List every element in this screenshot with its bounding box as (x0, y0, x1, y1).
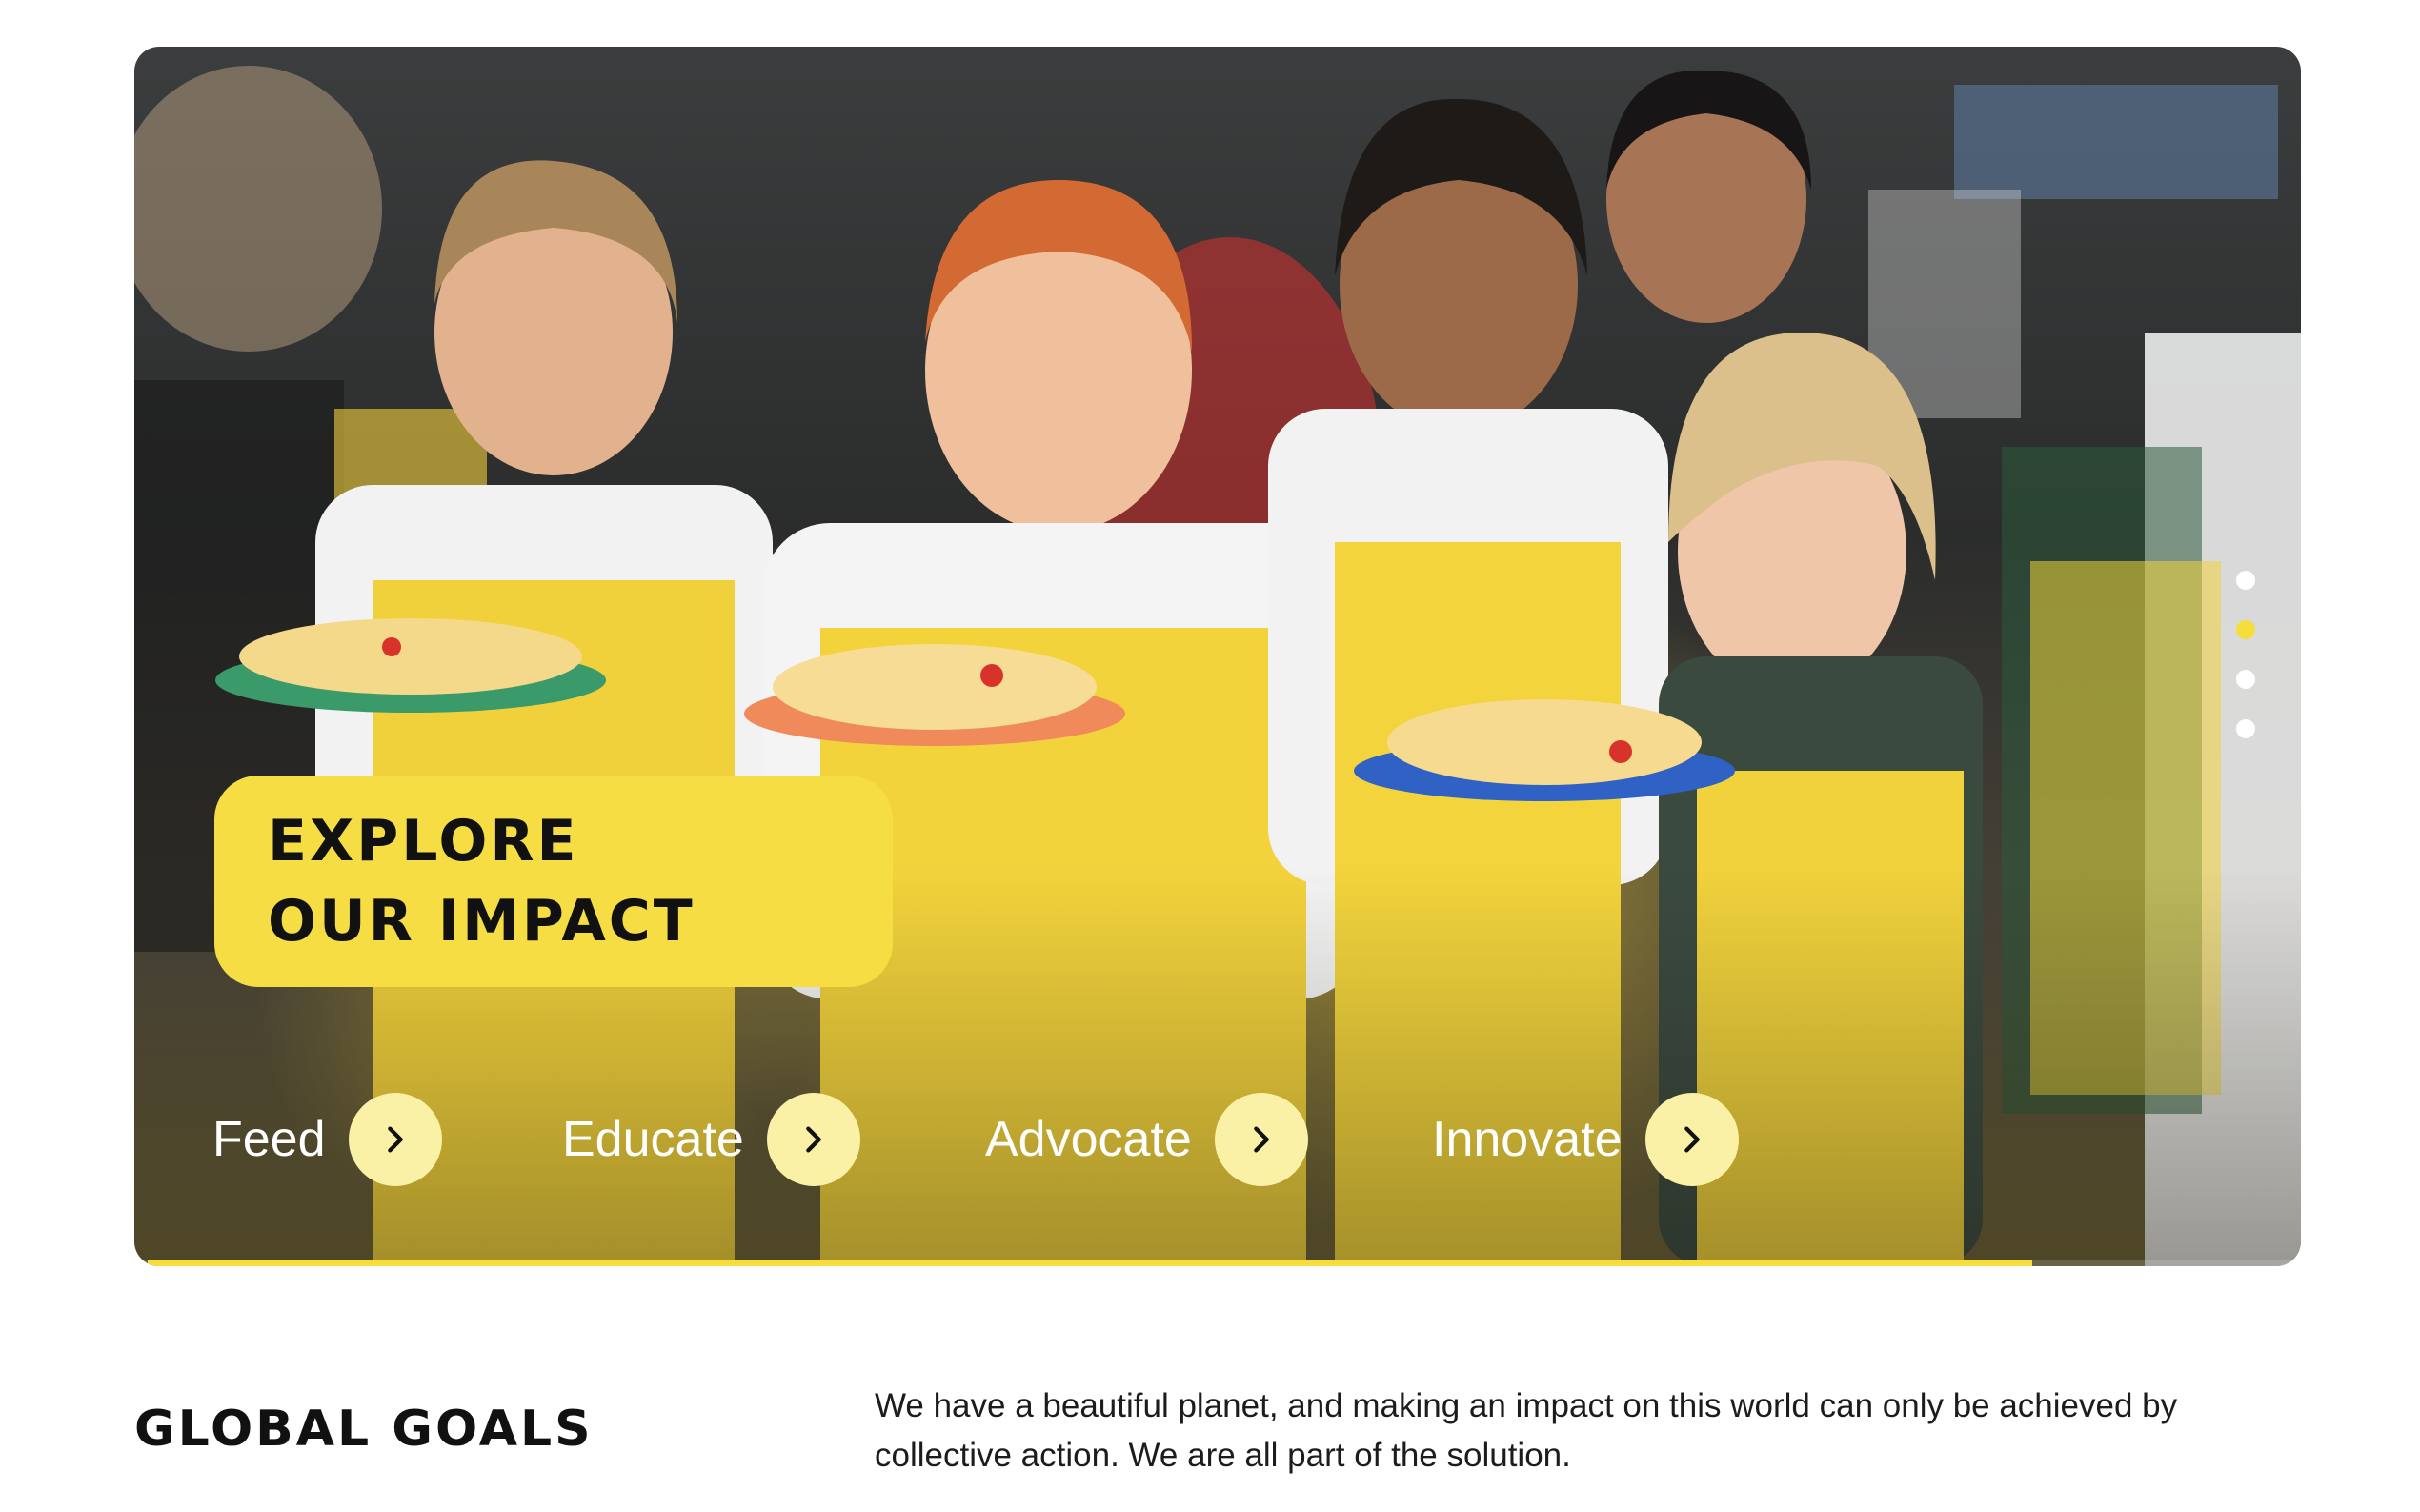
chevron-right-icon (806, 1126, 821, 1153)
slide-progress-bar (134, 1260, 2301, 1266)
carousel-dot[interactable] (2236, 620, 2255, 639)
chevron-right-icon (1254, 1126, 1269, 1153)
global-goals-text: We have a beautiful planet, and making a… (875, 1387, 2178, 1474)
global-goals-heading: GLOBAL GOALS (134, 1401, 594, 1458)
card-title-line1: EXPLORE (268, 808, 579, 875)
nav-feed-label: Feed (212, 1112, 326, 1167)
nav-innovate-label: Innovate (1432, 1112, 1623, 1167)
chevron-right-icon (1684, 1126, 1700, 1153)
explore-impact-card: EXPLORE OUR IMPACT (214, 776, 893, 987)
nav-feed[interactable]: Feed (212, 1093, 442, 1186)
nav-educate-label: Educate (562, 1112, 744, 1167)
carousel-dot[interactable] (2236, 719, 2255, 738)
nav-innovate-button[interactable] (1644, 1093, 1739, 1186)
nav-educate[interactable]: Educate (562, 1093, 860, 1186)
hero-carousel[interactable]: EXPLORE OUR IMPACT Feed Educate Advocate… (134, 47, 2301, 1266)
nav-feed-button[interactable] (348, 1093, 442, 1186)
chevron-right-icon (387, 1126, 403, 1153)
carousel-pagination (2236, 571, 2257, 738)
slide-progress-fill (148, 1260, 2033, 1266)
nav-advocate[interactable]: Advocate (985, 1093, 1308, 1186)
carousel-dot[interactable] (2236, 670, 2255, 689)
nav-innovate[interactable]: Innovate (1432, 1093, 1739, 1186)
card-title-line2: OUR IMPACT (268, 888, 696, 955)
nav-advocate-button[interactable] (1214, 1093, 1308, 1186)
nav-advocate-label: Advocate (985, 1112, 1192, 1167)
nav-educate-button[interactable] (766, 1093, 860, 1186)
carousel-dot[interactable] (2236, 571, 2255, 590)
